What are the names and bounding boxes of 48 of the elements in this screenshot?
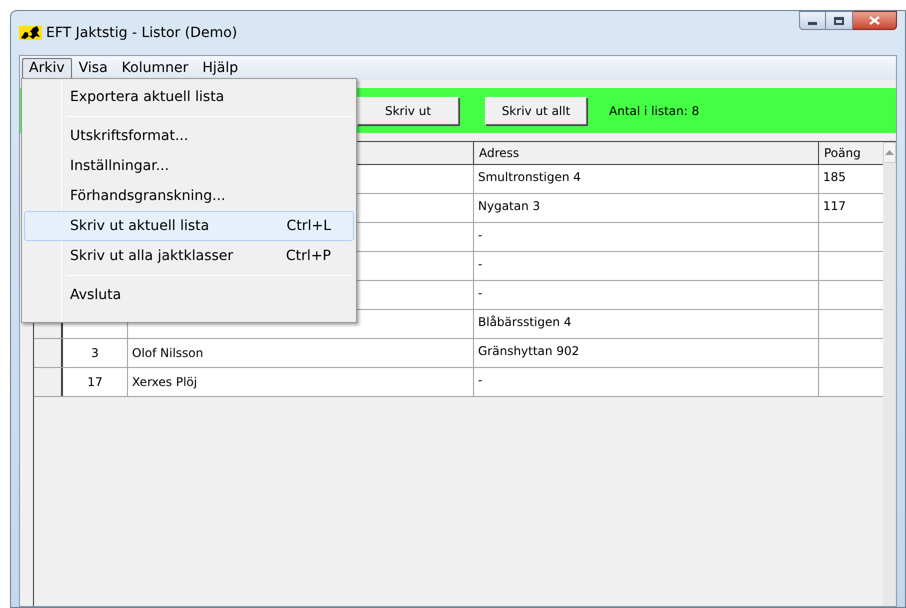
close-button[interactable]: [853, 11, 897, 30]
scroll-up-button[interactable]: [883, 142, 896, 163]
table-cell: -: [474, 223, 819, 251]
menu-item-label: Utskriftsformat...: [70, 126, 188, 146]
print-button[interactable]: Skriv ut: [357, 96, 459, 124]
close-icon: [869, 16, 880, 25]
window-title: EFT Jaktstig - Listor (Demo): [46, 24, 238, 42]
table-cell: 185: [819, 165, 883, 193]
table-cell: Olof Nilsson: [128, 339, 474, 367]
minimize-icon: [808, 22, 817, 25]
table-cell: Nygatan 3: [474, 194, 819, 222]
menu-item-label: Skriv ut alla jaktklasser: [70, 246, 234, 266]
minimize-button[interactable]: [799, 11, 826, 30]
menu-item[interactable]: Avsluta: [24, 280, 354, 310]
table-cell: -: [474, 281, 819, 309]
maximize-icon: [834, 16, 844, 24]
menu-item[interactable]: Skriv ut alla jaktklasser Ctrl+P: [24, 241, 354, 271]
menu-item-label: Skriv ut aktuell lista: [70, 216, 210, 236]
menu-bar-item[interactable]: Hjälp: [195, 58, 246, 78]
table-cell: Xerxes Plöj: [128, 368, 474, 396]
up-arrow-icon: [885, 150, 894, 155]
list-count: Antal i listan: 8: [609, 102, 700, 120]
menu-item[interactable]: Inställningar...: [24, 151, 354, 181]
table-cell: Smultronstigen 4: [474, 165, 819, 193]
print-button[interactable]: Skriv ut allt: [485, 96, 587, 124]
menu-item[interactable]: Förhandsgranskning...: [24, 181, 354, 211]
menu-item-label: Förhandsgranskning...: [70, 186, 226, 206]
menu-item[interactable]: Utskriftsformat...: [24, 121, 354, 151]
table-cell: Blåbärsstigen 4: [474, 310, 819, 338]
shortcut-label: Ctrl+L: [286, 216, 331, 236]
menu-item[interactable]: Skriv ut aktuell lista Ctrl+L: [24, 211, 354, 241]
table-cell: 117: [819, 194, 883, 222]
table-cell: -: [474, 368, 819, 396]
shortcut-label: Ctrl+P: [286, 246, 331, 266]
menu-item-label: Avsluta: [70, 286, 122, 304]
menu-bar-item[interactable]: Kolumner: [114, 58, 196, 78]
menu-bar-item[interactable]: Arkiv: [22, 58, 72, 78]
menu-item[interactable]: Exportera aktuell lista: [24, 82, 354, 112]
table-cell: Gränshyttan 902: [474, 339, 819, 367]
menu-bar-item[interactable]: Visa: [72, 58, 115, 78]
table-cell: 17: [63, 368, 128, 396]
maximize-button[interactable]: [826, 11, 853, 30]
menu-item-label: Exportera aktuell lista: [70, 88, 224, 106]
menu-item-label: Inställningar...: [70, 156, 170, 176]
table-cell: 3: [63, 339, 128, 367]
vertical-scrollbar[interactable]: [883, 142, 896, 606]
app-logo-icon: [19, 24, 42, 42]
table-cell: -: [474, 252, 819, 280]
